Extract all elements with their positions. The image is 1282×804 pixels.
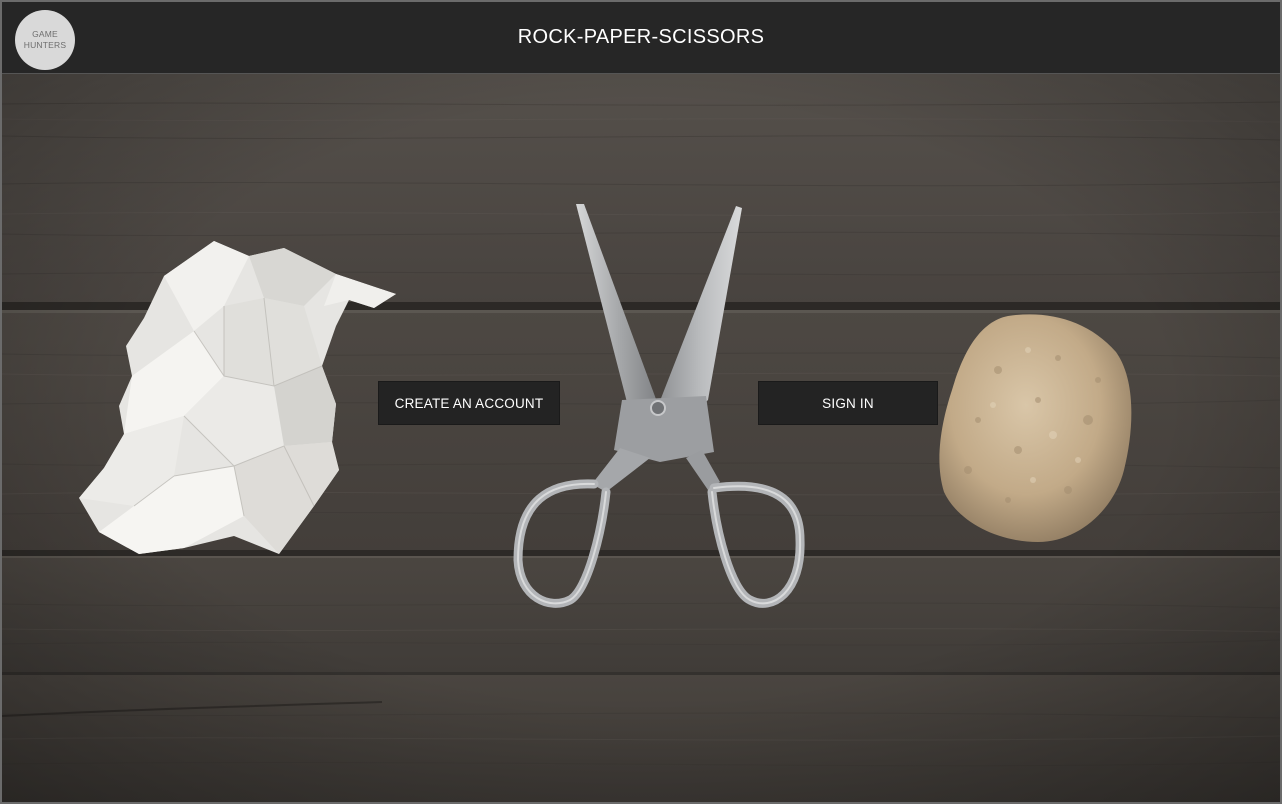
app-window: GAME HUNTERS ROCK-PAPER-SCISSORS CREATE … — [0, 0, 1282, 804]
crumpled-paper-image — [79, 241, 396, 554]
sign-in-button[interactable]: SIGN IN — [758, 381, 938, 425]
page-title: ROCK-PAPER-SCISSORS — [517, 26, 765, 48]
create-account-label: CREATE AN ACCOUNT — [394, 395, 544, 411]
top-bar: GAME HUNTERS ROCK-PAPER-SCISSORS — [2, 2, 1280, 74]
create-account-button[interactable]: CREATE AN ACCOUNT — [378, 381, 560, 425]
rock-image — [939, 314, 1132, 542]
sign-in-label: SIGN IN — [822, 395, 874, 411]
